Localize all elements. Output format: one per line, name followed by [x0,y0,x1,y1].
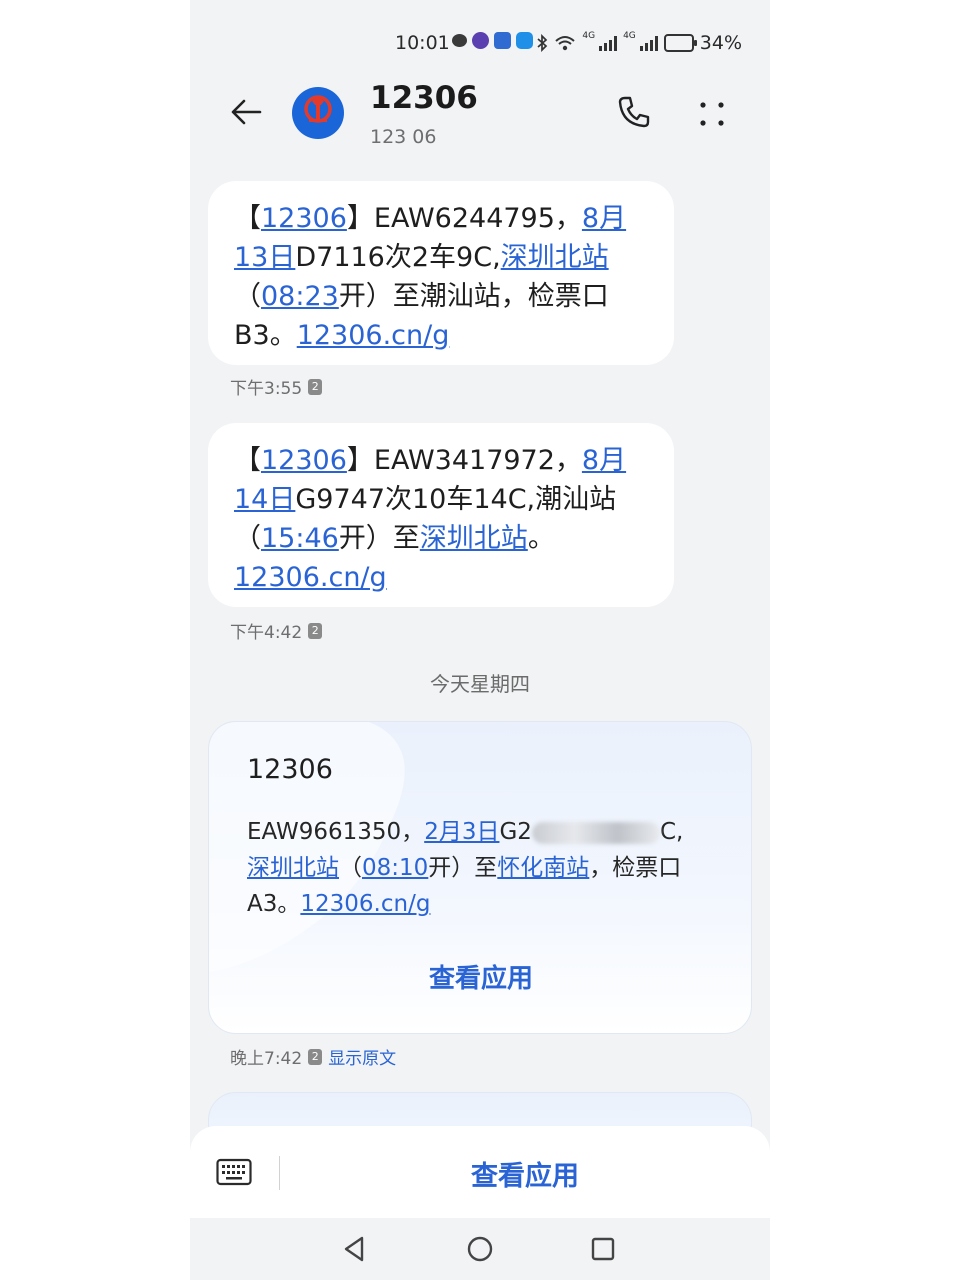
message-meta: 下午3:55 2 [230,374,323,399]
wifi-icon [555,36,576,51]
contact-number: 123 06 [370,126,437,148]
sim-card-icon: 2 [308,1048,323,1065]
bluetooth-icon [537,34,548,52]
sim-card-icon: 2 [308,378,323,395]
notification-icons [452,32,533,49]
station-link[interactable]: 深圳北站 [247,855,339,881]
view-app-button[interactable]: 查看应用 [209,958,751,995]
message-time: 下午4:42 [230,623,303,643]
system-nav-bar [190,1218,770,1280]
message-link[interactable]: 12306 [261,203,347,234]
network-tag-2: 4G [623,31,636,41]
phone-call-icon[interactable] [614,92,654,132]
message-text: 。 [527,523,555,554]
message-link[interactable]: 深圳北站 [420,523,528,554]
day-separator: 今天星期四 [430,672,530,696]
message-link[interactable]: 12306.cn/g [297,320,450,351]
back-arrow-icon[interactable] [226,92,266,132]
redacted-blur [531,821,660,844]
sim-card-icon: 2 [308,622,323,639]
card-text: （ [339,855,362,881]
keyboard-icon[interactable] [216,1155,252,1189]
station-link[interactable]: 怀化南站 [497,855,589,881]
more-options-icon[interactable] [694,96,730,132]
message-meta: 下午4:42 2 [230,618,323,643]
phone-screen: 10:01 4G 4G 34% 12306 123 06 【12306】EAW6… [190,0,770,1280]
battery-icon [663,34,697,52]
card-meta: 晚上7:42 2 显示原文 [230,1044,396,1069]
signal-icon-2 [639,35,658,51]
message-text: 】EAW3417972， [346,445,582,476]
card-text: 开）至 [428,855,498,881]
message-text: 开）至 [338,523,420,554]
card-body: EAW9661350，2月3日G2 C, 深圳北站（08:10开）至怀化南站，检票… [247,814,727,922]
message-link[interactable]: 12306 [261,445,347,476]
purple-app-icon [472,32,489,49]
contact-avatar[interactable] [292,87,344,139]
contact-title: 12306 [370,80,478,116]
battery-percent: 34% [699,32,742,54]
car-app-icon [494,32,511,49]
view-app-bottom-button[interactable]: 查看应用 [280,1154,770,1193]
chat-icon [452,34,467,47]
time-link[interactable]: 08:10 [362,855,428,881]
message-time: 下午3:55 [230,379,303,399]
message-text: D7116次2车9C, [295,242,501,273]
message-bubble[interactable]: 【12306】EAW3417972，8月14日G9747次10车14C,潮汕站（… [208,423,674,607]
date-link[interactable]: 2月3日 [424,819,499,845]
card-text: C, [659,819,684,845]
status-right: 4G 4G 34% [536,31,742,54]
message-text: 【 [234,445,261,476]
message-text: （ [234,281,261,312]
url-link[interactable]: 12306.cn/g [300,891,430,917]
card-title: 12306 [247,754,333,785]
smart-message-card[interactable]: 12306 EAW9661350，2月3日G2 C, 深圳北站（08:10开）至怀… [208,721,752,1034]
blue-app-icon [516,32,533,49]
message-time: 晚上7:42 [230,1049,303,1069]
signal-icon-1 [599,35,618,51]
message-text: 】EAW6244795， [346,203,582,234]
bottom-action-bar: 查看应用 [190,1126,770,1218]
message-link[interactable]: 12306.cn/g [234,562,387,593]
status-bar: 10:01 4G 4G 34% [190,26,770,62]
message-link[interactable]: 深圳北站 [501,242,609,273]
nav-back-icon[interactable] [338,1232,372,1266]
nav-recents-icon[interactable] [586,1232,620,1266]
message-bubble[interactable]: 【12306】EAW6244795，8月13日D7116次2车9C,深圳北站（0… [208,181,674,365]
message-text: 【 [234,203,261,234]
card-text: EAW9661350， [247,819,425,845]
message-link[interactable]: 08:23 [261,281,339,312]
conversation-header: 12306 123 06 [190,70,770,156]
card-text: G2 [499,819,532,845]
network-tag-1: 4G [582,31,596,41]
nav-home-icon[interactable] [463,1232,497,1266]
railway-logo-icon [304,95,332,123]
status-time: 10:01 [395,32,450,54]
show-original-link[interactable]: 显示原文 [328,1044,396,1069]
message-link[interactable]: 15:46 [261,523,339,554]
